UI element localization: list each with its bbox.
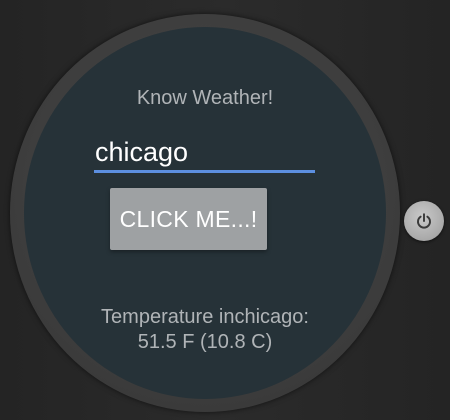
watch-face: Know Weather! CLICK ME...! Temperature i…: [24, 27, 386, 399]
temperature-label: Temperature inchicago:: [101, 306, 309, 328]
power-button[interactable]: [404, 201, 444, 241]
temperature-value: 51.5 F (10.8 C): [137, 331, 273, 353]
app-title: Know Weather!: [136, 87, 274, 109]
power-icon: [417, 213, 431, 229]
city-input[interactable]: [94, 135, 315, 173]
emulator-screen: Know Weather! CLICK ME...! Temperature i…: [0, 0, 450, 420]
temperature-result: Temperature inchicago: 51.5 F (10.8 C): [24, 305, 386, 355]
click-me-button[interactable]: CLICK ME...!: [110, 188, 267, 250]
